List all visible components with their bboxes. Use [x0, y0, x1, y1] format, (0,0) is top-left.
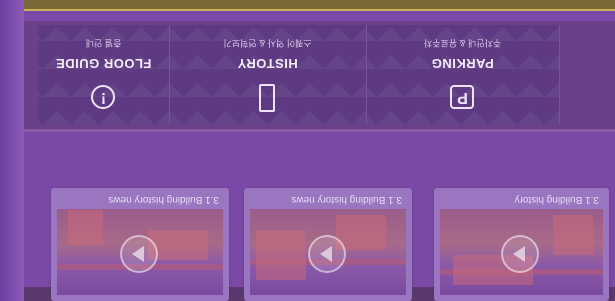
video-title: 3.1 Building history	[514, 194, 600, 205]
quick-link-sublabel: 층별 안내	[85, 38, 122, 48]
frame-border	[0, 0, 615, 11]
video-card[interactable]: 3.1 Building history news	[244, 188, 412, 301]
quick-link-sublabel: 스퀘어 역사 & 연혁보기	[223, 38, 312, 48]
video-title: 3.1 Building history news	[291, 194, 402, 205]
side-strip	[0, 0, 24, 301]
quick-links-band: P PARKING 주차안내 & 유료주차 HISTORY 스퀘어 역사 & 연…	[0, 21, 615, 132]
quick-link-floor-guide[interactable]: ! FLOOR GUIDE 층별 안내	[38, 25, 170, 125]
play-icon[interactable]	[308, 235, 346, 273]
play-icon[interactable]	[120, 235, 158, 273]
video-title: 3.1 Building history news	[108, 194, 219, 205]
parking-icon: P	[450, 85, 475, 109]
quick-link-sublabel: 주차안내 & 유료주차	[423, 38, 502, 48]
video-card[interactable]: 3.1 Building history	[434, 188, 609, 301]
page-scene: 3.1 Building history 3.1 Building histor…	[0, 0, 615, 301]
building-icon	[259, 84, 276, 112]
quick-link-parking[interactable]: P PARKING 주차안내 & 유료주차	[366, 25, 560, 125]
info-icon: !	[91, 85, 116, 109]
quick-link-label: PARKING	[431, 56, 494, 71]
quick-link-history[interactable]: HISTORY 스퀘어 역사 & 연혁보기	[169, 25, 367, 125]
video-card[interactable]: 3.1 Building history news	[51, 188, 229, 301]
video-list: 3.1 Building history 3.1 Building histor…	[0, 186, 615, 301]
quick-link-label: HISTORY	[237, 56, 298, 71]
quick-link-label: FLOOR GUIDE	[55, 56, 152, 71]
